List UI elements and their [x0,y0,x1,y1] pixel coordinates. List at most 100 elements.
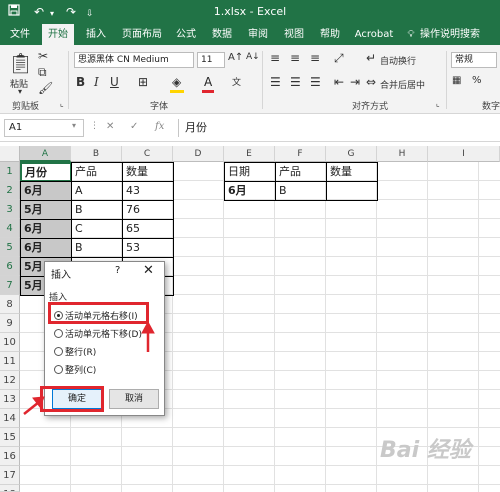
cell-b1[interactable]: 产品 [71,162,123,182]
italic-icon[interactable]: I [94,75,99,89]
column-header-g[interactable]: G [326,146,377,162]
cell-f1[interactable]: 产品 [275,162,327,182]
row-header[interactable]: 16 [0,447,20,466]
borders-icon[interactable]: ⊞ [138,75,148,89]
cell-a5[interactable]: 6月 [20,238,72,258]
wrap-text-icon[interactable]: ↵ [366,51,376,65]
percent-icon[interactable]: % [472,75,482,86]
cell-b4[interactable]: C [71,219,123,239]
cell-c3[interactable]: 76 [122,200,174,220]
row-header[interactable]: 8 [0,295,20,314]
column-header-f[interactable]: F [275,146,326,162]
align-right-icon[interactable]: ☰ [310,75,321,89]
row-header[interactable]: 18 [0,485,20,492]
paste-dropdown-icon[interactable]: ▾ [18,87,22,96]
tab-help[interactable]: 帮助 [316,24,344,45]
tab-review[interactable]: 审阅 [244,24,272,45]
cell-e1[interactable]: 日期 [224,162,276,182]
tab-page-layout[interactable]: 页面布局 [118,24,166,45]
cell-c5[interactable]: 53 [122,238,174,258]
underline-icon[interactable]: U [110,75,119,89]
align-center-icon[interactable]: ☰ [290,75,301,89]
cell-c2[interactable]: 43 [122,181,174,201]
row-header[interactable]: 6 [0,257,20,276]
bold-icon[interactable]: B [76,75,85,89]
cell-b5[interactable]: B [71,238,123,258]
align-left-icon[interactable]: ☰ [270,75,281,89]
cell-g2[interactable] [326,181,378,201]
copy-icon[interactable]: ⧉ [38,65,47,80]
align-bottom-icon[interactable]: ≡ [310,51,320,65]
cut-icon[interactable]: ✂ [38,49,48,63]
insert-function-icon[interactable]: fx [155,121,164,132]
increase-font-icon[interactable]: A↑ [228,52,243,63]
close-icon[interactable]: ✕ [143,263,154,278]
cell-f2[interactable]: B [275,181,327,201]
row-header[interactable]: 2 [0,181,20,200]
cell-b3[interactable]: B [71,200,123,220]
cancel-icon[interactable]: ✕ [106,121,114,132]
fill-color-icon[interactable]: ◈ [172,75,181,89]
column-header-c[interactable]: C [122,146,173,162]
orientation-icon[interactable]: ⤢ [334,51,344,66]
row-header[interactable]: 12 [0,371,20,390]
cell-c4[interactable]: 65 [122,219,174,239]
column-header-h[interactable]: H [377,146,428,162]
cell-c1[interactable]: 数量 [122,162,174,182]
help-icon[interactable]: ? [115,265,120,276]
radio-icon[interactable] [54,347,63,356]
tab-acrobat[interactable]: Acrobat [352,24,396,45]
cell-b2[interactable]: A [71,181,123,201]
clipboard-launcher-icon[interactable]: ⌞ [60,99,64,108]
row-header[interactable]: 5 [0,238,20,257]
formula-input[interactable]: 月份 [178,119,496,137]
phonetic-icon[interactable]: 文 [232,75,241,88]
cell-a4[interactable]: 6月 [20,219,72,239]
font-size-select[interactable]: 11 [197,52,225,68]
decrease-font-icon[interactable]: A↓ [246,52,260,62]
cell-a1[interactable]: 月份 [20,162,72,182]
row-header[interactable]: 4 [0,219,20,238]
indent-icon[interactable]: ⇤ [334,75,344,89]
tab-formulas[interactable]: 公式 [172,24,200,45]
align-top-icon[interactable]: ≡ [270,51,280,65]
tab-insert[interactable]: 插入 [80,24,112,45]
column-header-b[interactable]: B [71,146,122,162]
radio-icon[interactable] [54,329,63,338]
number-format-select[interactable]: 常规 [451,52,497,68]
option-shift-down[interactable]: 活动单元格下移(D) [54,327,142,340]
option-entire-row[interactable]: 整行(R) [54,345,96,358]
row-header[interactable]: 10 [0,333,20,352]
font-color-icon[interactable]: A [204,75,212,89]
alignment-launcher-icon[interactable]: ⌞ [436,99,440,108]
column-header-i[interactable]: I [428,146,500,162]
name-box-dropdown-icon[interactable]: ▾ [72,121,76,130]
row-header[interactable]: 3 [0,200,20,219]
cell-a3[interactable]: 5月 [20,200,72,220]
column-header-a[interactable]: A [20,146,71,162]
tab-data[interactable]: 数据 [208,24,236,45]
outdent-icon[interactable]: ⇥ [350,75,360,89]
font-name-select[interactable]: 思源黑体 CN Medium [74,52,194,68]
row-header[interactable]: 17 [0,466,20,485]
row-header[interactable]: 9 [0,314,20,333]
cell-a2[interactable]: 6月 [20,181,72,201]
tell-me-search[interactable]: 操作说明搜索 [420,24,492,45]
cell-e2[interactable]: 6月 [224,181,276,201]
row-header[interactable]: 7 [0,276,20,295]
column-header-d[interactable]: D [173,146,224,162]
tab-file[interactable]: 文件 [4,24,36,45]
cell-g1[interactable]: 数量 [326,162,378,182]
option-entire-column[interactable]: 整列(C) [54,363,96,376]
merge-center-icon[interactable]: ⇔ [366,75,376,89]
wrap-text-button[interactable]: 自动换行 [380,54,416,67]
paste-icon[interactable]: 📋︎ [8,51,33,75]
row-header[interactable]: 14 [0,409,20,428]
enter-icon[interactable]: ✓ [130,121,138,132]
tab-home[interactable]: 开始 [42,24,74,45]
row-header[interactable]: 1 [0,162,20,181]
row-header[interactable]: 15 [0,428,20,447]
format-painter-icon[interactable]: 🖌︎ [38,81,53,95]
row-header[interactable]: 11 [0,352,20,371]
row-header[interactable]: 13 [0,390,20,409]
